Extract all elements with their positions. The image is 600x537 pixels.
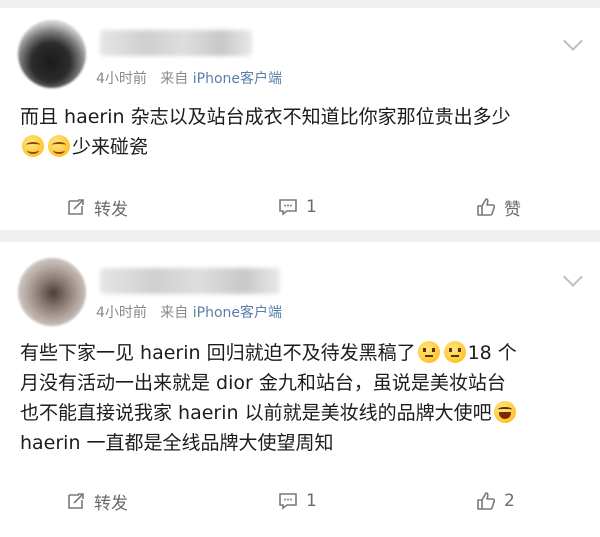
post-text: 少来碰瓷 [72,136,149,158]
smile-emoji [22,135,44,157]
avatar[interactable] [18,20,86,88]
avatar[interactable] [18,258,86,326]
repost-icon [68,493,84,509]
comment-count: 1 [306,197,317,217]
comment-button[interactable]: 1 [278,486,317,516]
username-redacted[interactable] [100,268,280,294]
thinking-emoji [443,341,466,363]
comment-icon [279,199,297,216]
post-content: 有些下家一见 haerin 回归就迫不及待发黑稿了 18 个 月没有活动一出来就是… [20,338,580,458]
username-redacted[interactable] [100,30,252,56]
like-label: 赞 [504,199,521,220]
post-text: 也不能直接说我家 haerin 以前就是美妆线的品牌大使吧 [20,402,492,424]
source-prefix: 来自 [160,71,189,87]
post-card: 4小时前 来自 iPhone客户端 而且 haerin 杂志以及站台成衣不知道比… [0,8,600,230]
post-actions: 转发 1 赞 [0,192,600,222]
post-actions: 转发 1 2 [0,486,600,516]
smile-emoji [48,135,70,157]
post-text: 18 个 [467,342,517,364]
repost-button[interactable]: 转发 [66,486,128,516]
comment-count: 1 [306,491,317,511]
post-source[interactable]: iPhone客户端 [193,305,282,321]
repost-label: 转发 [94,199,128,220]
like-count: 2 [504,491,515,511]
comment-icon [279,493,297,510]
post-meta: 4小时前 来自 iPhone客户端 [96,302,282,322]
thinking-emoji [417,341,440,363]
laughing-emoji [493,401,516,423]
post-text-line: 而且 haerin 杂志以及站台成衣不知道比你家那位贵出多少 [20,106,511,128]
like-button[interactable]: 赞 [476,192,521,222]
post-source[interactable]: iPhone客户端 [193,71,282,87]
chevron-down-icon[interactable] [563,31,583,51]
post-text-line: 月没有活动一出来就是 dior 金九和站台，虽说是美妆站台 [20,372,506,394]
post-text-line: 有些下家一见 haerin 回归就迫不及待发黑稿了 18 个 [20,338,580,368]
post-time: 4小时前 [96,305,147,321]
comment-button[interactable]: 1 [278,192,317,222]
like-button[interactable]: 2 [476,486,515,516]
thumbs-up-icon [477,198,496,216]
repost-label: 转发 [94,493,128,514]
post-text-line: 少来碰瓷 [20,132,580,162]
post-text-line: haerin 一直都是全线品牌大使望周知 [20,432,334,454]
chevron-down-icon[interactable] [563,267,583,287]
feed: 4小时前 来自 iPhone客户端 而且 haerin 杂志以及站台成衣不知道比… [0,0,600,537]
repost-button[interactable]: 转发 [66,192,128,222]
post-text: 有些下家一见 haerin 回归就迫不及待发黑稿了 [20,342,416,364]
post-content: 而且 haerin 杂志以及站台成衣不知道比你家那位贵出多少 少来碰瓷 [20,102,580,162]
repost-icon [68,199,84,215]
post-card: 4小时前 来自 iPhone客户端 有些下家一见 haerin 回归就迫不及待发… [0,242,600,537]
post-text-line: 也不能直接说我家 haerin 以前就是美妆线的品牌大使吧 [20,398,580,428]
thumbs-up-icon [477,492,496,510]
post-meta: 4小时前 来自 iPhone客户端 [96,68,282,88]
source-prefix: 来自 [160,305,189,321]
post-time: 4小时前 [96,71,147,87]
